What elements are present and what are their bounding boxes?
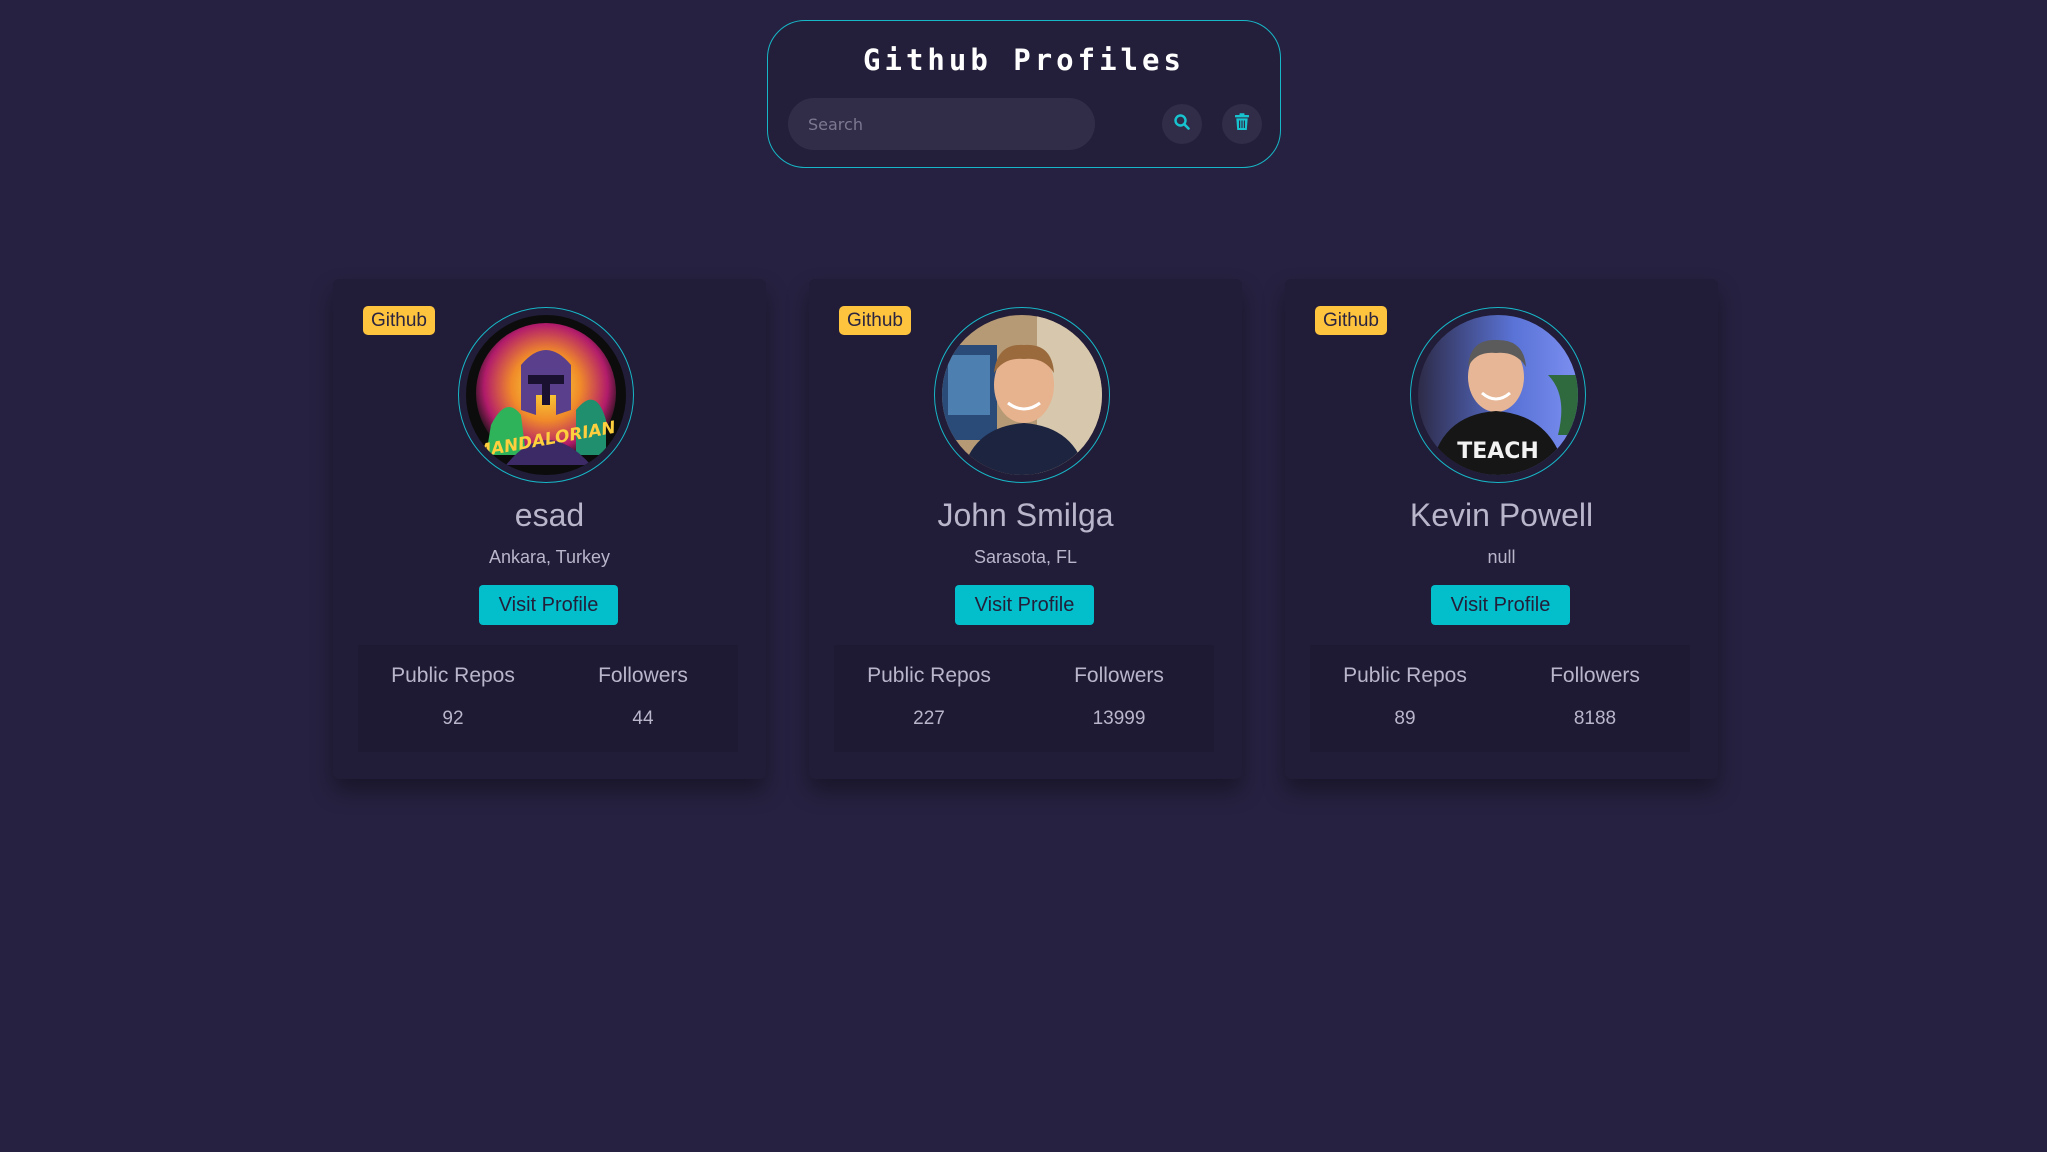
- stats-panel: Public Repos 89 Followers 8188: [1310, 645, 1690, 752]
- stat-followers: Followers 8188: [1500, 645, 1690, 730]
- svg-text:TEACH: TEACH: [1457, 439, 1539, 464]
- stat-label: Public Repos: [1343, 664, 1467, 687]
- stat-label: Followers: [598, 664, 688, 687]
- stat-public-repos: Public Repos 227: [834, 645, 1024, 730]
- github-badge: Github: [839, 306, 911, 335]
- stat-public-repos: Public Repos 89: [1310, 645, 1500, 730]
- avatar-ring: TEACH: [1410, 307, 1586, 483]
- search-icon: [1173, 113, 1191, 135]
- avatar-ring: [934, 307, 1110, 483]
- search-field[interactable]: [788, 98, 1095, 150]
- stat-followers: Followers 13999: [1024, 645, 1214, 730]
- page-title: Github Profiles: [863, 43, 1185, 77]
- search-button[interactable]: [1162, 104, 1202, 144]
- avatar: TEACH: [1418, 315, 1578, 475]
- stat-followers: Followers 44: [548, 645, 738, 730]
- user-name: esad: [514, 497, 585, 533]
- profile-card-esad: Github MANDALORIAN esad Ankara, Turkey V…: [333, 279, 766, 779]
- stat-label: Public Repos: [867, 664, 991, 687]
- stat-value: 44: [632, 708, 654, 729]
- search-input[interactable]: [788, 98, 1095, 150]
- user-name: John Smilga: [937, 497, 1114, 533]
- visit-profile-button[interactable]: Visit Profile: [479, 585, 618, 625]
- user-name: Kevin Powell: [1409, 497, 1594, 533]
- user-location: Sarasota, FL: [973, 547, 1078, 567]
- clear-button[interactable]: [1222, 104, 1262, 144]
- stat-value: 89: [1394, 708, 1416, 729]
- stat-public-repos: Public Repos 92: [358, 645, 548, 730]
- stat-value: 92: [442, 708, 464, 729]
- stat-label: Followers: [1550, 664, 1640, 687]
- stat-label: Followers: [1074, 664, 1164, 687]
- avatar: [942, 315, 1102, 475]
- stats-panel: Public Repos 92 Followers 44: [358, 645, 738, 752]
- user-location: Ankara, Turkey: [488, 547, 611, 567]
- avatar-ring: MANDALORIAN: [458, 307, 634, 483]
- stat-value: 13999: [1092, 708, 1146, 729]
- stat-value: 8188: [1573, 708, 1617, 729]
- github-badge: Github: [363, 306, 435, 335]
- profile-card-john-smilga: Github John Smilga Sarasota, FL Visit Pr…: [809, 279, 1242, 779]
- stat-label: Public Repos: [391, 664, 515, 687]
- search-panel: Github Profiles: [767, 20, 1281, 168]
- trash-icon: [1234, 113, 1250, 135]
- avatar: MANDALORIAN: [466, 315, 626, 475]
- user-location: null: [1487, 547, 1516, 567]
- stat-value: 227: [913, 708, 945, 729]
- github-badge: Github: [1315, 306, 1387, 335]
- profile-card-kevin-powell: Github TEACH Kevin Powell null Visit Pro…: [1285, 279, 1718, 779]
- stats-panel: Public Repos 227 Followers 13999: [834, 645, 1214, 752]
- visit-profile-button[interactable]: Visit Profile: [955, 585, 1094, 625]
- visit-profile-button[interactable]: Visit Profile: [1431, 585, 1570, 625]
